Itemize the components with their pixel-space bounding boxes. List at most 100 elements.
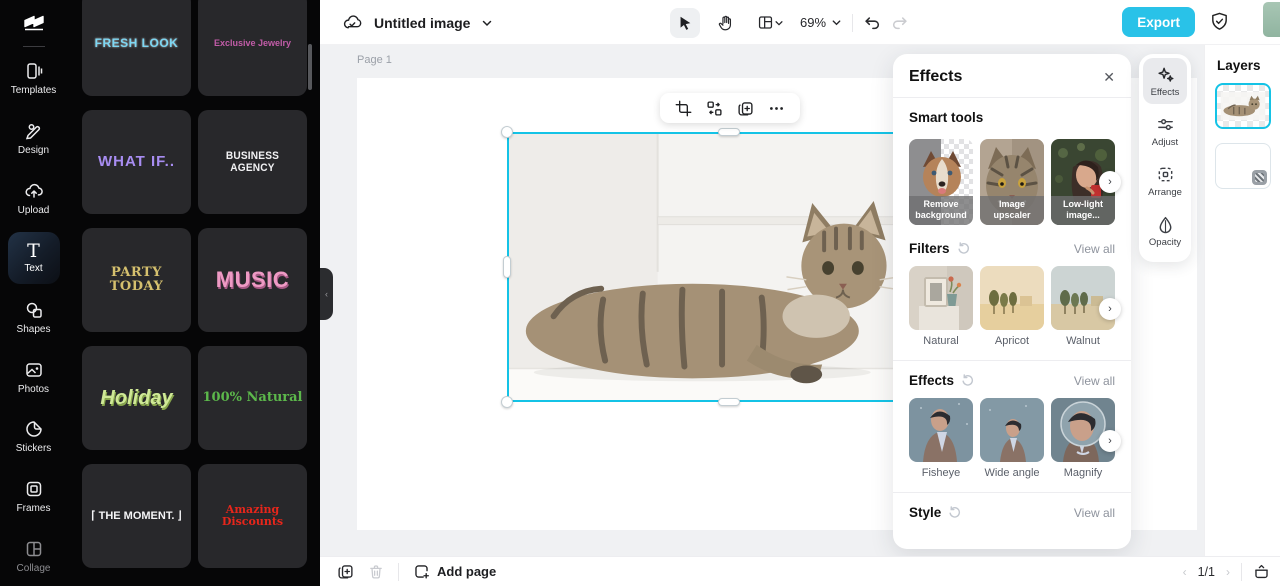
more-options-icon[interactable] — [768, 100, 785, 117]
filter-apricot-thumbnail — [980, 266, 1044, 330]
cloud-save-icon — [342, 12, 363, 33]
inspector-rail: Effects Adjust Arrange Opacity — [1139, 54, 1191, 262]
design-icon — [25, 123, 40, 140]
export-button[interactable]: Export — [1122, 7, 1195, 37]
top-toolbar: Untitled image 69% Export — [320, 0, 1280, 45]
sidebar-item-stickers[interactable]: Stickers — [4, 407, 64, 467]
template-card-100-natural[interactable]: 100% Natural — [198, 346, 307, 450]
filter-natural[interactable]: Natural — [909, 266, 973, 347]
select-tool-button[interactable] — [670, 7, 700, 38]
left-sidebar: Templates Design Upload T Text Shapes Ph… — [0, 0, 67, 586]
effects-row: Fisheye Wide angle Magnify › — [909, 398, 1121, 479]
style-reset-icon[interactable] — [948, 506, 961, 519]
opacity-droplet-icon — [1159, 216, 1171, 234]
panel-scrollbar[interactable] — [308, 44, 312, 90]
collage-icon — [26, 541, 41, 556]
effects-scroll-right-button[interactable]: › — [1099, 430, 1121, 452]
sidebar-item-frames[interactable]: Frames — [4, 467, 64, 527]
zoom-level-dropdown[interactable]: 69% — [800, 15, 842, 30]
layer-background[interactable] — [1214, 143, 1271, 189]
present-icon[interactable] — [1253, 563, 1270, 580]
template-card-holiday[interactable]: Holiday — [82, 346, 191, 450]
template-card-what-if[interactable]: WHAT IF.. — [82, 110, 191, 214]
sidebar-item-templates[interactable]: Templates — [4, 49, 64, 109]
background-layer-badge-icon — [1251, 170, 1267, 185]
rail-item-arrange[interactable]: Arrange — [1143, 158, 1187, 204]
capcut-logo-icon[interactable] — [21, 8, 47, 42]
smart-tool-remove-background[interactable]: Remove background — [909, 139, 973, 225]
layout-tool-button[interactable] — [750, 8, 790, 38]
page-label: Page 1 — [357, 54, 392, 66]
sidebar-item-design[interactable]: Design — [4, 109, 64, 169]
add-page-button[interactable]: Add page — [413, 563, 496, 580]
photos-icon — [25, 362, 42, 377]
template-card-music[interactable]: MUSIC — [198, 228, 307, 332]
filter-natural-thumbnail — [909, 266, 973, 330]
sidebar-item-upload[interactable]: Upload — [4, 168, 64, 228]
adjust-sliders-icon — [1157, 119, 1173, 130]
duplicate-icon[interactable] — [737, 100, 754, 117]
avatar-partial[interactable] — [1263, 2, 1280, 37]
smart-tools-title: Smart tools — [909, 110, 984, 125]
smart-tool-image-upscaler[interactable]: Image upscaler — [980, 139, 1044, 225]
title-chevron-down-icon[interactable] — [481, 17, 493, 29]
template-card-amazing-discounts[interactable]: Amazing Discounts — [198, 464, 307, 568]
text-templates-panel: FRESH LOOK Exclusive Jewelry WHAT IF.. B… — [67, 0, 320, 586]
panel-collapse-tab[interactable]: ‹ — [320, 268, 333, 320]
divider — [893, 97, 1131, 98]
template-card-exclusive-jewelry[interactable]: Exclusive Jewelry — [198, 0, 307, 96]
template-card-party-today[interactable]: PARTY TODAY — [82, 228, 191, 332]
sidebar-item-shapes[interactable]: Shapes — [4, 288, 64, 348]
layer-cat-image-selected[interactable] — [1214, 83, 1271, 129]
replace-icon[interactable] — [706, 100, 723, 117]
template-card-the-moment[interactable]: ⌈ THE MOMENT. ⌋ — [82, 464, 191, 568]
bottom-bar-divider — [1241, 562, 1242, 581]
rail-item-adjust[interactable]: Adjust — [1143, 108, 1187, 154]
close-icon[interactable]: ✕ — [1103, 69, 1115, 86]
filters-row: Natural Apricot Walnut › — [909, 266, 1121, 347]
delete-page-icon[interactable] — [368, 564, 384, 580]
hand-tool-button[interactable] — [710, 8, 740, 38]
filters-reset-icon[interactable] — [957, 242, 970, 255]
filters-view-all[interactable]: View all — [1074, 242, 1115, 256]
bottom-bar-divider — [398, 562, 399, 581]
project-title[interactable]: Untitled image — [374, 15, 470, 31]
filters-scroll-right-button[interactable]: › — [1099, 298, 1121, 320]
undo-button[interactable] — [863, 14, 881, 32]
resize-handle-bottom-left[interactable] — [501, 396, 513, 408]
effects-view-all[interactable]: View all — [1074, 374, 1115, 388]
cat-photo — [509, 134, 949, 400]
resize-handle-bottom[interactable] — [718, 398, 740, 406]
sidebar-item-text[interactable]: T Text — [7, 231, 60, 284]
sidebar-item-collage[interactable]: Collage — [4, 526, 64, 586]
template-card-fresh-look[interactable]: FRESH LOOK — [82, 0, 191, 96]
resize-handle-top-left[interactable] — [501, 126, 513, 138]
resize-handle-left[interactable] — [503, 256, 511, 278]
effects-section-title: Effects — [909, 373, 955, 388]
templates-icon — [26, 63, 42, 79]
effect-fisheye[interactable]: Fisheye — [909, 398, 973, 479]
page-indicator: 1/1 — [1197, 564, 1215, 579]
rail-item-effects[interactable]: Effects — [1143, 58, 1187, 104]
style-view-all[interactable]: View all — [1074, 506, 1115, 520]
resize-handle-top[interactable] — [718, 128, 740, 136]
shield-check-icon[interactable] — [1209, 11, 1230, 32]
next-page-button[interactable]: › — [1226, 565, 1230, 579]
redo-button[interactable] — [891, 14, 909, 32]
image-context-toolbar — [660, 93, 800, 123]
template-card-business-agency[interactable]: BUSINESS AGENCY — [198, 110, 307, 214]
duplicate-page-icon[interactable] — [337, 563, 354, 580]
selected-image-cat-photo[interactable] — [507, 132, 951, 402]
layout-chevron-down-icon — [774, 20, 783, 26]
crop-icon[interactable] — [675, 100, 692, 117]
effect-fisheye-thumbnail — [909, 398, 973, 462]
filter-apricot[interactable]: Apricot — [980, 266, 1044, 347]
sidebar-item-photos[interactable]: Photos — [4, 347, 64, 407]
divider — [893, 360, 1131, 361]
effects-reset-icon[interactable] — [961, 374, 974, 387]
effect-wide-angle[interactable]: Wide angle — [980, 398, 1044, 479]
rail-item-opacity[interactable]: Opacity — [1143, 208, 1187, 254]
sidebar-divider — [22, 45, 45, 47]
smart-tools-scroll-right-button[interactable]: › — [1099, 171, 1121, 193]
prev-page-button[interactable]: ‹ — [1183, 565, 1187, 579]
